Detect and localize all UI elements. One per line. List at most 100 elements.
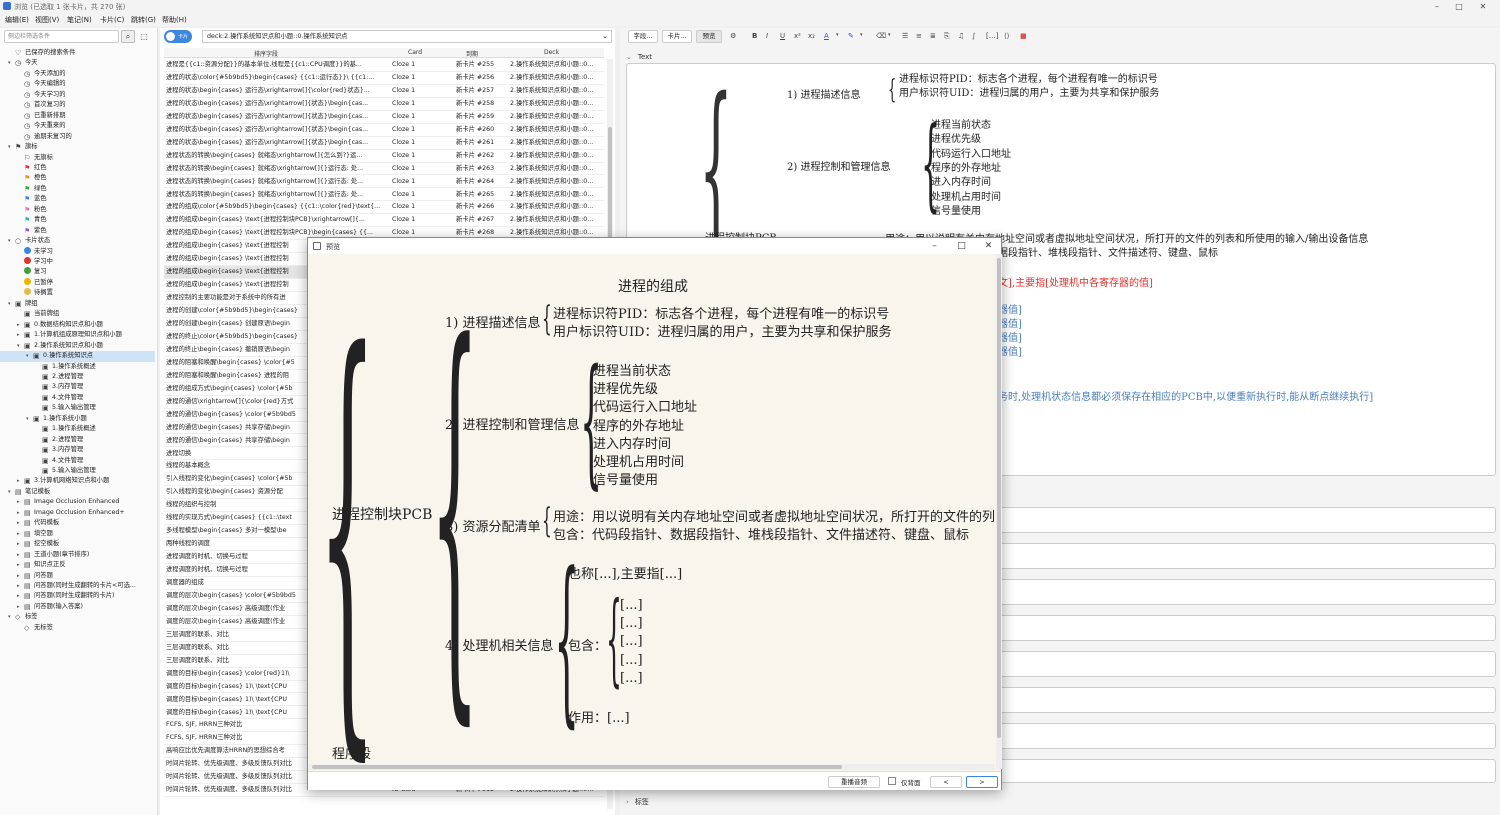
sidebar-item[interactable]: ⚐ 无旗标 xyxy=(0,153,155,164)
sidebar-item[interactable]: ▸ ▤ Image Occlusion Enhanced xyxy=(0,497,155,508)
table-row[interactable]: 进程的状态\begin{cases} 运行态\xrightarrow[]{状态}… xyxy=(164,98,604,111)
sidebar-item[interactable]: 未学习 xyxy=(0,246,155,258)
sidebar-item[interactable]: ▾ ▣ 牌组 xyxy=(0,299,155,310)
expand-arrow-icon[interactable]: ▾ xyxy=(26,414,33,425)
chevron-down-icon[interactable]: ▾ xyxy=(860,32,863,38)
attach-icon[interactable]: ⎘ xyxy=(944,32,950,41)
table-row[interactable]: 进程的组成\color{#5b9bd5}\begin{cases} {{c1::… xyxy=(164,201,604,215)
expand-arrow-icon[interactable]: ▾ xyxy=(8,236,15,247)
sidebar-item[interactable]: ⚑ 粉色 xyxy=(0,205,155,216)
expand-arrow-icon[interactable]: ▾ xyxy=(8,58,15,69)
search-query-input[interactable]: deck:2.操作系统知识点和小题::0.操作系统知识点 ⌄ xyxy=(202,30,612,43)
expand-arrow-icon[interactable]: ▸ xyxy=(17,591,24,602)
gear-icon[interactable]: ⚙ xyxy=(730,32,736,40)
collapse-icon[interactable]: ⌄ xyxy=(626,53,632,61)
sidebar-item[interactable]: ▾ ◷ 今天 xyxy=(0,58,155,69)
eraser-icon[interactable]: ⌫ xyxy=(876,32,886,40)
sidebar-search-input[interactable]: 侧边栏筛选条件 xyxy=(4,30,119,43)
table-row[interactable]: 进程状态的转换\begin{cases} 就绪态\xrightarrow[]{怎… xyxy=(164,150,604,163)
expand-arrow-icon[interactable]: ▸ xyxy=(17,581,24,592)
sidebar-item[interactable]: 复习 xyxy=(0,267,155,278)
replay-audio-button[interactable]: 重播音频 xyxy=(828,776,880,788)
expand-arrow-icon[interactable]: ▾ xyxy=(8,612,15,623)
scrollbar-thumb[interactable] xyxy=(312,765,842,769)
next-card-button[interactable]: > xyxy=(966,776,998,788)
expand-arrow-icon[interactable]: ▸ xyxy=(17,539,24,550)
sidebar-item[interactable]: ◷ 首次复习的 xyxy=(0,100,155,111)
table-row[interactable]: 进程状态的转换\begin{cases} 就绪态\xrightarrow[]{}… xyxy=(164,189,604,202)
sidebar-item[interactable]: ▣ 3.内存管理 xyxy=(0,445,155,456)
text-color-icon[interactable]: A xyxy=(824,32,829,40)
sidebar-item[interactable]: ⚑ 紫色 xyxy=(0,226,155,237)
sidebar-item[interactable]: ◷ 今天添加的 xyxy=(0,69,155,80)
table-row[interactable]: 进程的状态\begin{cases} 运行态\xrightarrow[]{状态}… xyxy=(164,111,604,124)
chevron-down-icon[interactable]: ▾ xyxy=(836,32,839,38)
table-row[interactable]: 进程的组成\begin{cases} \text{进程控制块PCB}\xrigh… xyxy=(164,214,604,228)
italic-icon[interactable]: I xyxy=(766,32,768,40)
menu-help[interactable]: 帮助(H) xyxy=(162,15,187,25)
close-button[interactable]: ✕ xyxy=(976,238,1001,254)
table-row[interactable]: 进程的状态\begin{cases} 运行态\xrightarrow[]{状态}… xyxy=(164,137,604,150)
sidebar-item[interactable]: ▣ 4.文件管理 xyxy=(0,393,155,404)
sidebar-item[interactable]: ▸ ▤ 问答题(输入答案) xyxy=(0,602,155,613)
sidebar-item[interactable]: ▾ ◇ 标签 xyxy=(0,612,155,623)
chevron-down-icon[interactable]: ▾ xyxy=(888,32,891,38)
expand-arrow-icon[interactable]: ▸ xyxy=(17,550,24,561)
sidebar-item[interactable]: ▣ 1.操作系统概述 xyxy=(0,424,155,435)
menu-view[interactable]: 视图(V) xyxy=(35,15,59,25)
sidebar-item[interactable]: ⚑ 蓝色 xyxy=(0,194,155,205)
sidebar-item[interactable]: ▸ ▤ 问答题(同时生成翻转的卡片) xyxy=(0,591,155,602)
sidebar-item[interactable]: ▾ ▤ 笔记模板 xyxy=(0,487,155,498)
underline-icon[interactable]: U xyxy=(780,32,785,40)
sidebar-item[interactable]: ▸ ▤ 知识点正反 xyxy=(0,560,155,571)
sidebar-item[interactable]: ▸ ▤ 挖空模板 xyxy=(0,539,155,550)
scrollbar-thumb[interactable] xyxy=(997,258,1001,738)
chevron-right-icon[interactable]: › xyxy=(626,798,629,806)
cards-button[interactable]: 卡片... xyxy=(662,30,692,43)
table-row[interactable]: 进程的状态\begin{cases} 运行态\xrightarrow[]{\co… xyxy=(164,85,604,98)
sidebar-item[interactable]: ▸ ▤ 问答题 xyxy=(0,571,155,582)
expand-arrow-icon[interactable]: ▾ xyxy=(8,487,15,498)
column-card[interactable]: Card xyxy=(408,49,422,56)
close-button[interactable]: ✕ xyxy=(1472,0,1494,13)
sidebar-item[interactable]: ▣ 5.输入输出管理 xyxy=(0,403,155,414)
search-icon[interactable]: ⌕ xyxy=(121,30,135,43)
html-icon[interactable]: ⟨⟩ xyxy=(1004,32,1009,40)
sidebar-item[interactable]: ◇ 无标签 xyxy=(0,623,155,634)
sidebar-item[interactable]: ▸ ▣ 0.数据结构知识点和小题 xyxy=(0,320,155,331)
expand-arrow-icon[interactable]: ▸ xyxy=(17,508,24,519)
menu-goto[interactable]: 跳转(G) xyxy=(131,15,156,25)
sidebar-item[interactable]: ▸ ▤ 问答题(同时生成翻转的卡片<可选... xyxy=(0,581,155,592)
expand-arrow-icon[interactable]: ▸ xyxy=(17,320,24,331)
sidebar-item[interactable]: ◷ 今天重来的 xyxy=(0,121,155,132)
chevron-down-icon[interactable]: ⌄ xyxy=(602,31,608,42)
sidebar-item[interactable]: 待搁置 xyxy=(0,288,155,299)
sidebar-item[interactable]: ▾ ▣ 1.操作系统小题 xyxy=(0,414,155,425)
expand-arrow-icon[interactable]: ▾ xyxy=(17,341,24,352)
sidebar-item[interactable]: ▸ ▤ 代码模板 xyxy=(0,518,155,529)
sidebar-item[interactable]: ◷ 逾期未复习的 xyxy=(0,132,155,143)
sidebar-item[interactable]: ▣ 2.进程管理 xyxy=(0,372,155,383)
expand-arrow-icon[interactable]: ▸ xyxy=(17,560,24,571)
expand-arrow-icon[interactable]: ▾ xyxy=(8,142,15,153)
maximize-button[interactable]: □ xyxy=(949,238,974,254)
bold-icon[interactable]: B xyxy=(752,32,757,40)
maximize-button[interactable]: □ xyxy=(1448,0,1470,13)
preview-button[interactable]: 预览 xyxy=(696,30,722,43)
bullet-list-icon[interactable]: ☰ xyxy=(902,32,908,40)
sidebar-item[interactable]: ▣ 2.进程管理 xyxy=(0,435,155,446)
preview-horizontal-scrollbar[interactable] xyxy=(308,764,995,770)
sidebar-item[interactable]: 学习中 xyxy=(0,257,155,268)
sidebar-item[interactable]: ▾ ○ 卡片状态 xyxy=(0,236,155,247)
table-row[interactable]: 进程状态的转换\begin{cases} 就绪态\xrightarrow[]{}… xyxy=(164,176,604,189)
superscript-icon[interactable]: x² xyxy=(794,32,801,40)
cloze-icon[interactable]: […] xyxy=(986,32,998,40)
select-tool-icon[interactable]: ⬚ xyxy=(138,30,150,43)
table-row[interactable]: 进程状态的转换\begin{cases} 就绪态\xrightarrow[]{}… xyxy=(164,163,604,176)
back-only-checkbox[interactable] xyxy=(888,777,896,785)
sidebar-item[interactable]: ◷ 今天学习的 xyxy=(0,90,155,101)
expand-arrow-icon[interactable]: ▸ xyxy=(17,602,24,613)
sidebar-item[interactable]: ◷ 今天编辑的 xyxy=(0,79,155,90)
sidebar-item[interactable]: ▾ ▣ 0.操作系统知识点 xyxy=(0,351,155,362)
sidebar-item[interactable]: ♡ 已保存的搜索条件 xyxy=(0,48,155,59)
